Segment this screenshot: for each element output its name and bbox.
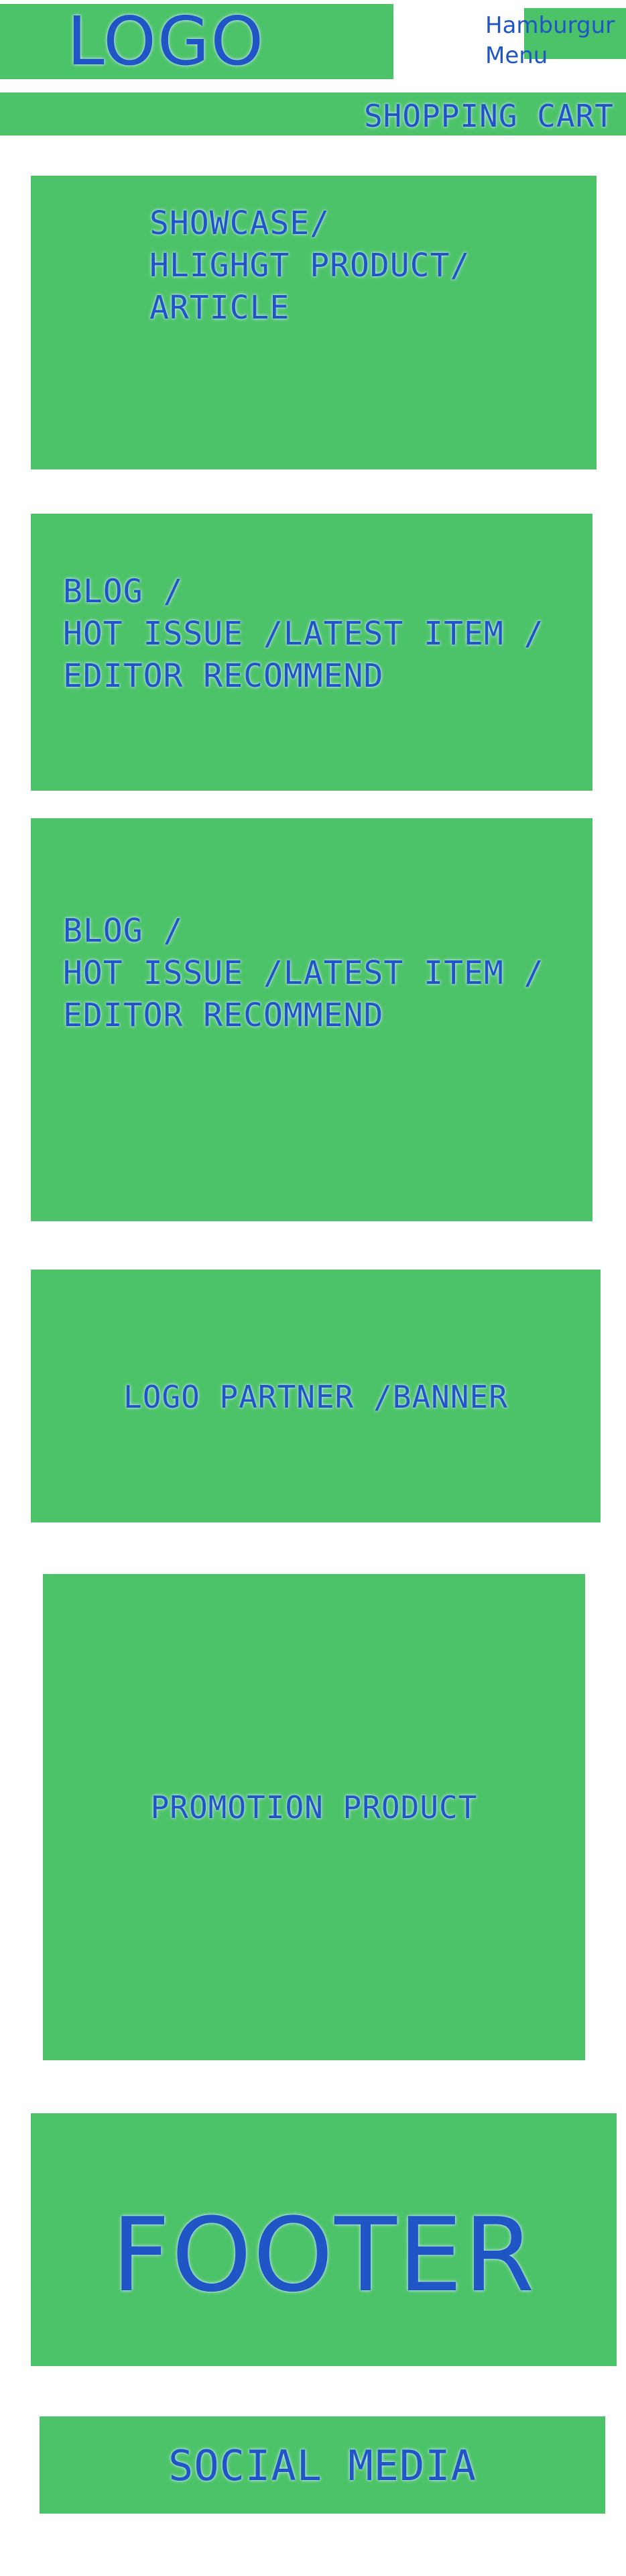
blog-section-label: BLOG / HOT ISSUE /LATEST ITEM / EDITOR R… — [63, 573, 544, 695]
blog-section-secondary[interactable]: BLOG / HOT ISSUE /LATEST ITEM / EDITOR R… — [31, 818, 592, 1221]
showcase-section[interactable]: SHOWCASE/ HLIGHGT PRODUCT/ ARTICLE — [31, 176, 597, 469]
blog-section-label: BLOG / HOT ISSUE /LATEST ITEM / EDITOR R… — [63, 912, 544, 1034]
logo-partner-banner-label: LOGO PARTNER /BANNER — [123, 1379, 508, 1415]
footer-label: FOOTER — [111, 2196, 536, 2314]
logo-text: LOGO — [67, 2, 265, 80]
logo-partner-banner[interactable]: LOGO PARTNER /BANNER — [31, 1270, 601, 1522]
promotion-product-section[interactable]: PROMOTION PRODUCT — [43, 1574, 585, 2060]
shopping-cart-label[interactable]: SHOPPING CART — [364, 93, 614, 135]
social-media-bar[interactable]: SOCIAL MEDIA — [40, 2416, 605, 2514]
blog-section-primary[interactable]: BLOG / HOT ISSUE /LATEST ITEM / EDITOR R… — [31, 514, 592, 791]
logo-placeholder[interactable]: LOGO — [0, 4, 393, 79]
footer: FOOTER — [31, 2113, 617, 2366]
hamburger-menu-label[interactable]: Hamburgur Menu — [485, 11, 626, 71]
shopping-cart-bar[interactable]: SHOPPING CART — [0, 93, 626, 135]
social-media-label[interactable]: SOCIAL MEDIA — [40, 2441, 605, 2491]
showcase-label: SHOWCASE/ HLIGHGT PRODUCT/ ARTICLE — [149, 205, 471, 327]
promotion-product-label: PROMOTION PRODUCT — [150, 1789, 478, 1826]
